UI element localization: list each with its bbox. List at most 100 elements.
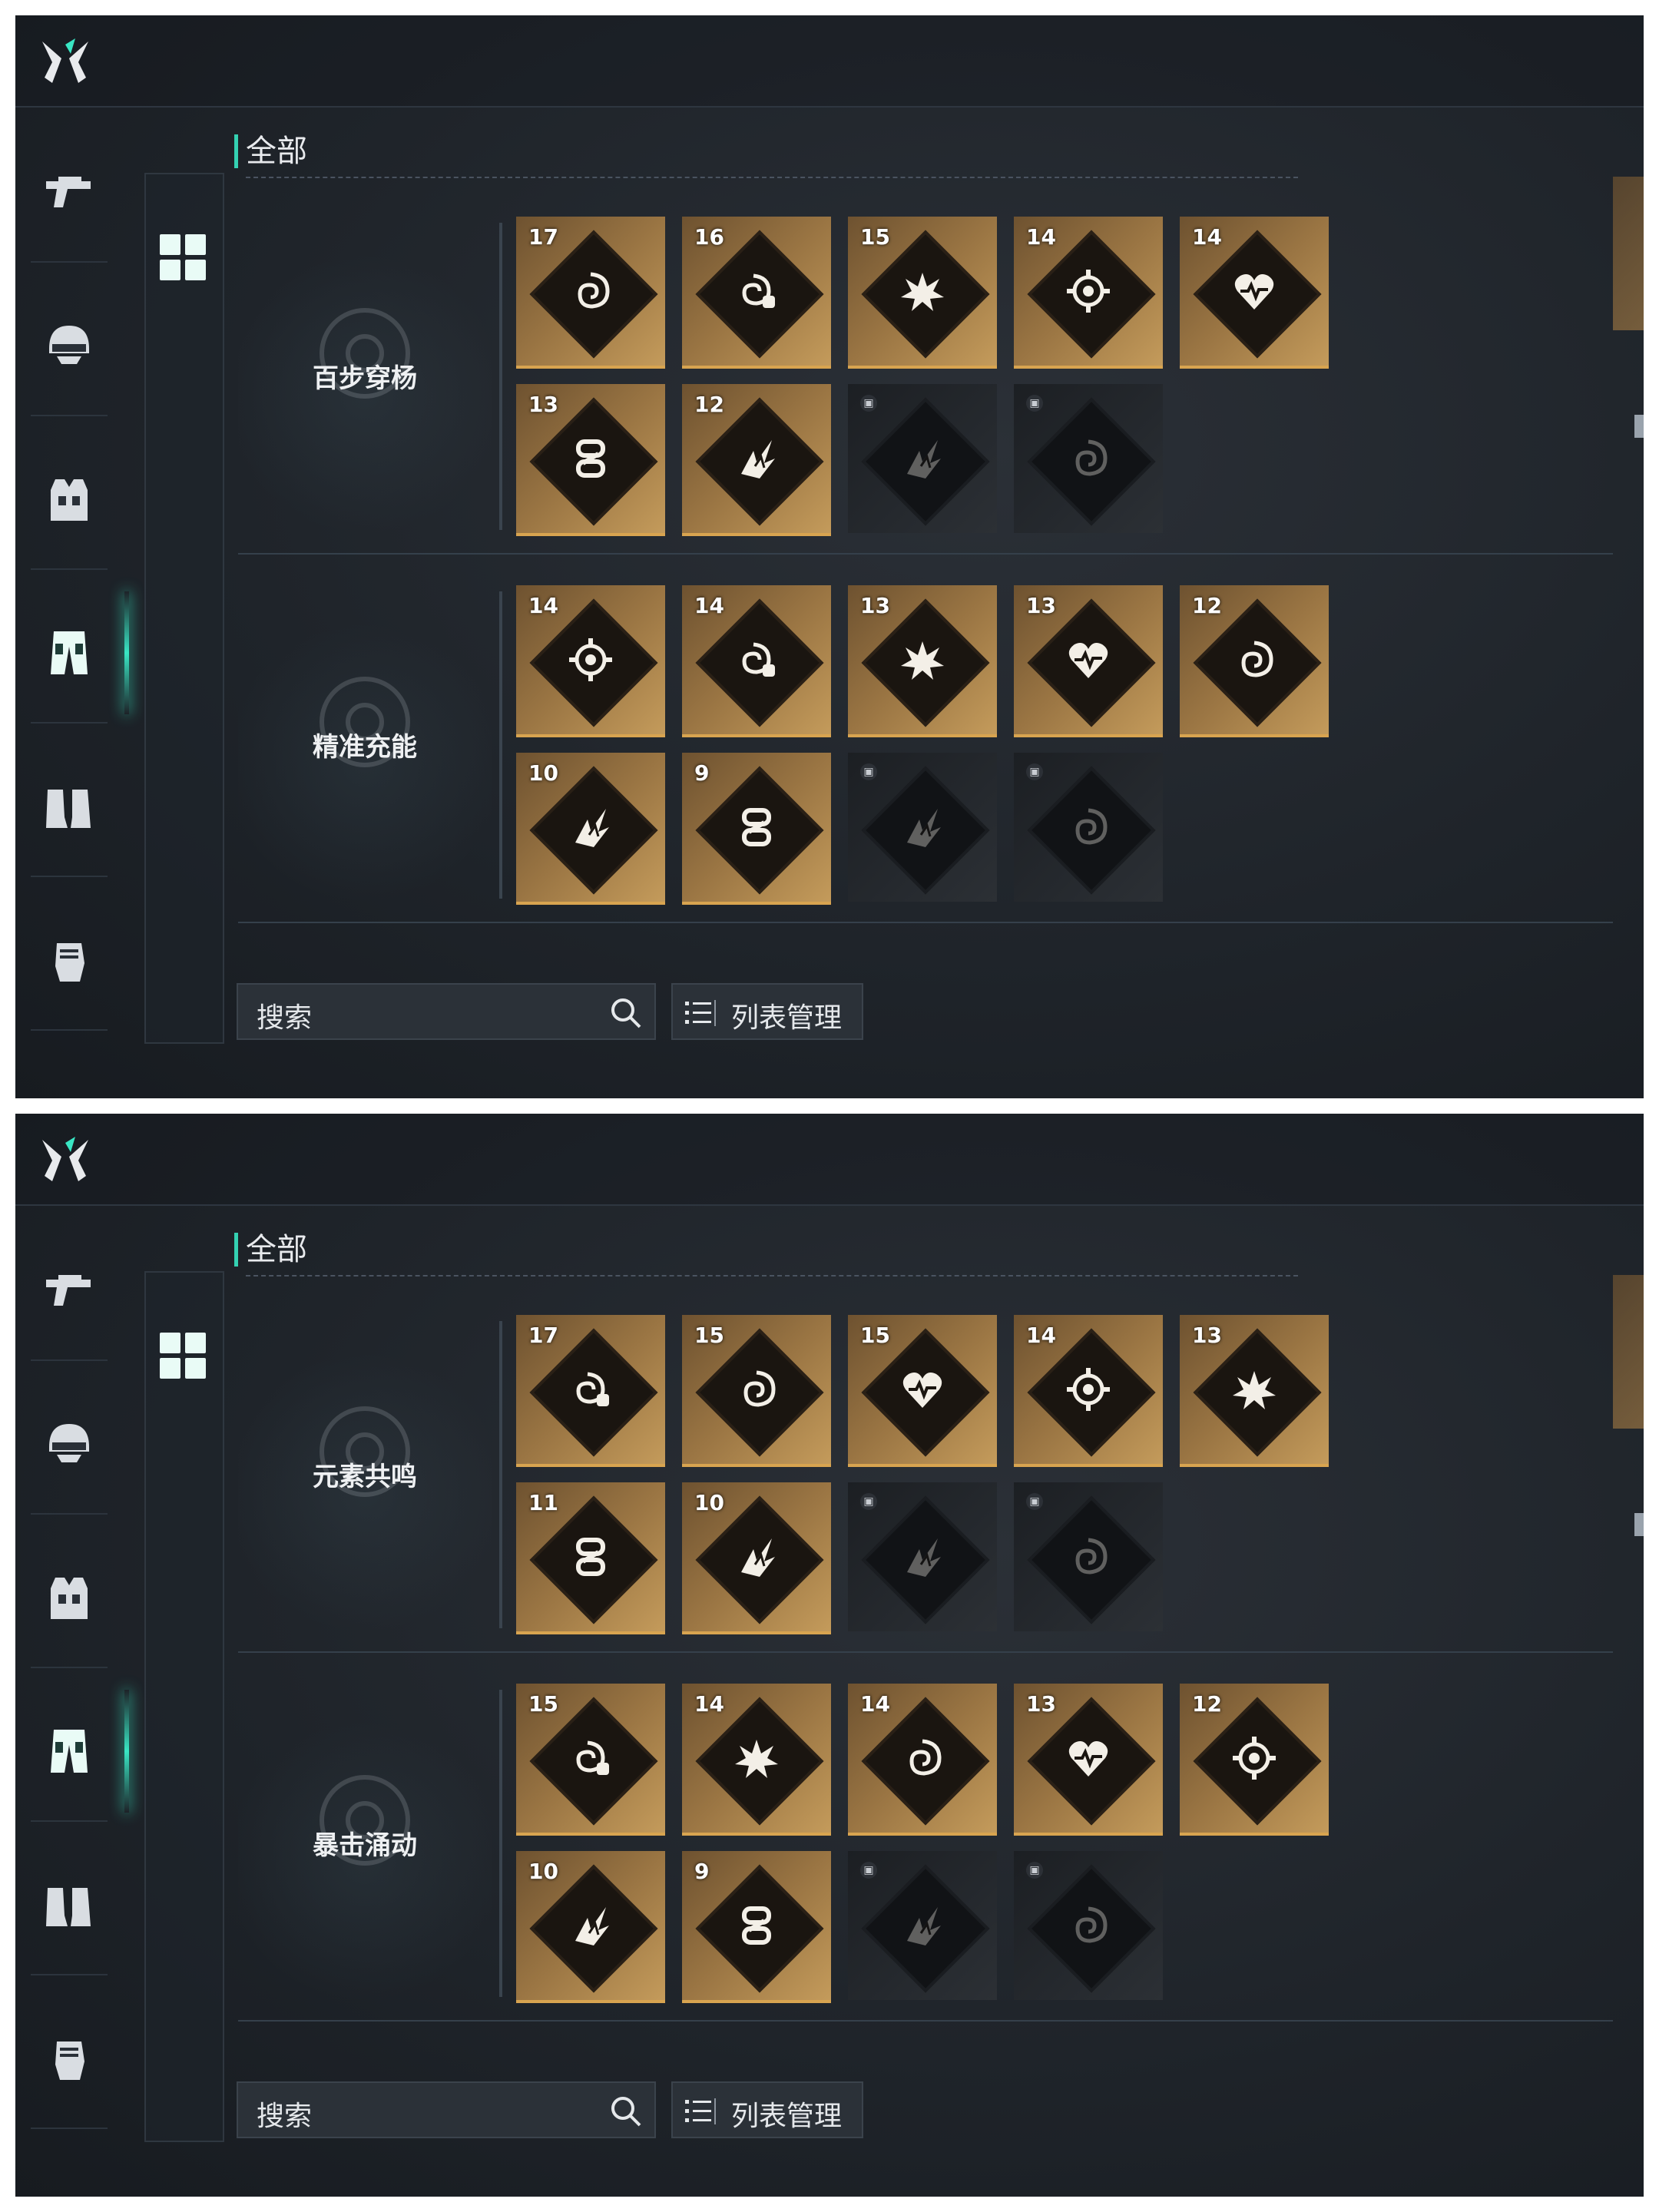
sidebar-item-helmet[interactable] [31, 1375, 108, 1515]
section-title: 全部 [234, 1233, 307, 1267]
module-card[interactable]: 14 [682, 1684, 831, 1836]
card-level: 15 [694, 1323, 724, 1348]
arrow-burst-icon [741, 1538, 775, 1577]
module-card[interactable]: 14 [848, 1684, 997, 1836]
card-level: 16 [694, 224, 724, 250]
locked-module-card[interactable]: ▣ [1014, 1851, 1163, 2000]
module-card[interactable]: 12 [1180, 585, 1329, 737]
vortex-link-icon [576, 1740, 609, 1775]
pistol-icon [46, 1275, 91, 1306]
vortex-link-icon [576, 1372, 609, 1406]
title-divider [246, 177, 1298, 178]
sidebar-item-boots[interactable] [31, 1836, 108, 1975]
locked-module-card[interactable]: ▣ [848, 1482, 997, 1631]
helmet-icon [49, 326, 89, 364]
lock-icon: ▣ [860, 1493, 877, 1510]
helmet-icon [49, 1424, 89, 1462]
card-level: 12 [1192, 593, 1222, 618]
list-manage-button[interactable]: 列表管理 [671, 983, 863, 1040]
vest-icon [51, 1578, 88, 1619]
sidebar-item-vest[interactable] [31, 1528, 108, 1668]
card-level: 11 [528, 1490, 558, 1515]
module-card[interactable]: 15 [848, 1315, 997, 1467]
module-card[interactable]: 14 [516, 585, 665, 737]
locked-module-card[interactable]: ▣ [848, 753, 997, 902]
arrow-burst-icon [741, 440, 775, 478]
set-name-label: 百步穿杨 [313, 363, 417, 394]
right-panel-peek [1613, 1275, 1644, 1429]
card-level: 14 [528, 593, 558, 618]
screenshot-bottom: 全部 元素共鸣 17 15 15 14 13 11 10 ▣ ▣ 暴击涌动 15 14 14 13 12 10 9… [15, 1114, 1644, 2197]
card-level: 15 [528, 1691, 558, 1717]
sidebar-item-helmet[interactable] [31, 276, 108, 416]
module-card[interactable]: 9 [682, 1851, 831, 2003]
set-label-area: 精准充能 [238, 568, 492, 922]
sidebar-item-pants[interactable] [31, 584, 129, 724]
heart-pulse-icon [1068, 1741, 1108, 1777]
module-card[interactable]: 13 [848, 585, 997, 737]
chain-icon [576, 1538, 605, 1576]
sidebar-item-gloves[interactable] [31, 1989, 108, 2129]
explosion-icon [901, 641, 944, 680]
module-card[interactable]: 10 [682, 1482, 831, 1634]
card-level: 14 [1026, 1323, 1056, 1348]
list-manage-button[interactable]: 列表管理 [671, 2081, 863, 2138]
search-input[interactable]: 搜索 [237, 983, 656, 1040]
sidebar-item-gloves[interactable] [31, 891, 108, 1031]
sidebar-item-pants[interactable] [31, 1682, 129, 1822]
chain-icon [742, 808, 771, 846]
module-card[interactable]: 13 [1014, 1684, 1163, 1836]
locked-module-card[interactable]: ▣ [848, 1851, 997, 2000]
lock-icon: ▣ [1026, 763, 1043, 780]
locked-module-card[interactable]: ▣ [1014, 753, 1163, 902]
row-divider [499, 591, 502, 899]
module-card[interactable]: 9 [682, 753, 831, 905]
sidebar-item-vest[interactable] [31, 430, 108, 570]
module-card[interactable]: 17 [516, 1315, 665, 1467]
module-card[interactable]: 13 [516, 384, 665, 536]
module-card[interactable]: 13 [1180, 1315, 1329, 1467]
boots-icon [46, 790, 91, 828]
module-card[interactable]: 11 [516, 1482, 665, 1634]
module-card[interactable]: 17 [516, 217, 665, 369]
search-input[interactable]: 搜索 [237, 2081, 656, 2138]
module-card[interactable]: 14 [1180, 217, 1329, 369]
sidebar-item-boots[interactable] [31, 737, 108, 877]
module-card[interactable]: 12 [682, 384, 831, 536]
filter-column [144, 173, 224, 1044]
module-card[interactable]: 10 [516, 753, 665, 905]
search-icon[interactable] [608, 2094, 644, 2129]
module-card[interactable]: 15 [516, 1684, 665, 1836]
search-icon[interactable] [608, 995, 644, 1031]
sidebar-item-pistol[interactable] [31, 1221, 108, 1361]
module-card[interactable]: 14 [1014, 217, 1163, 369]
card-level: 9 [694, 1859, 710, 1884]
locked-module-card[interactable]: ▣ [1014, 384, 1163, 533]
module-card[interactable]: 15 [848, 217, 997, 369]
card-level: 9 [694, 760, 710, 786]
locked-module-card[interactable]: ▣ [848, 384, 997, 533]
right-panel-peek [1613, 177, 1644, 330]
module-card[interactable]: 15 [682, 1315, 831, 1467]
grid-view-icon[interactable] [160, 234, 206, 280]
card-level: 10 [528, 1859, 558, 1884]
title-divider [246, 1275, 1298, 1277]
right-scroll-marker [1634, 1513, 1644, 1536]
card-level: 14 [694, 593, 724, 618]
card-level: 13 [860, 593, 890, 618]
module-card[interactable]: 14 [1014, 1315, 1163, 1467]
module-card[interactable]: 13 [1014, 585, 1163, 737]
module-card[interactable]: 14 [682, 585, 831, 737]
grid-view-icon[interactable] [160, 1333, 206, 1379]
sidebar-item-pistol[interactable] [31, 123, 108, 263]
lock-icon: ▣ [1026, 395, 1043, 412]
module-card[interactable]: 10 [516, 1851, 665, 2003]
card-level: 13 [1026, 593, 1056, 618]
chain-icon [576, 439, 605, 478]
lock-icon: ▣ [860, 763, 877, 780]
locked-module-card[interactable]: ▣ [1014, 1482, 1163, 1631]
crosshair-icon [1233, 1737, 1276, 1780]
module-card[interactable]: 12 [1180, 1684, 1329, 1836]
module-card[interactable]: 16 [682, 217, 831, 369]
card-level: 14 [1192, 224, 1222, 250]
